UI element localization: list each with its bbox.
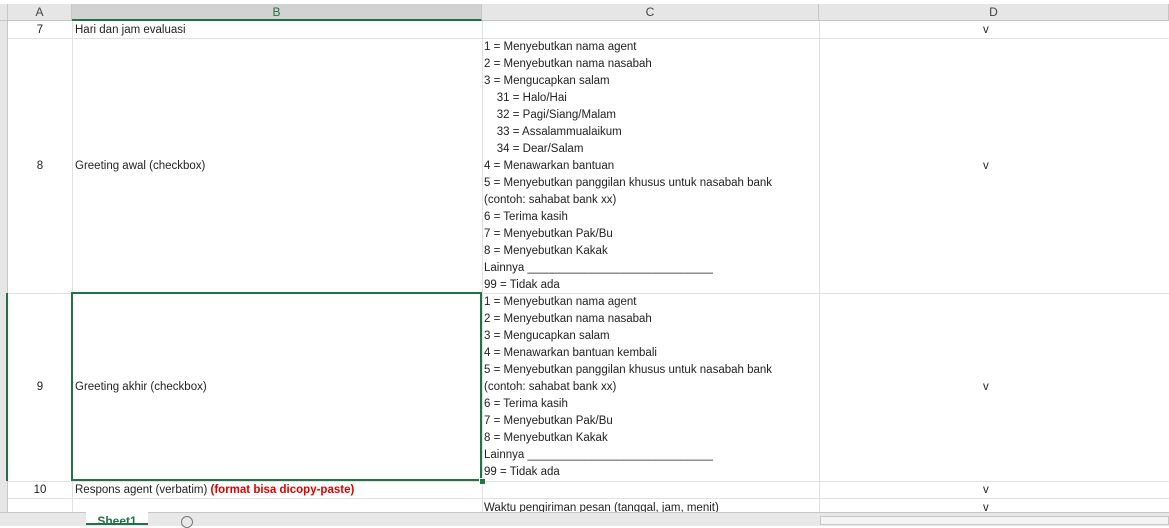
col-header-a[interactable]: A bbox=[8, 4, 72, 21]
cell-text-line: 2 = Menyebutkan nama nasabah bbox=[484, 313, 652, 325]
row-number[interactable]: 8 bbox=[8, 160, 72, 172]
add-sheet-icon[interactable] bbox=[181, 516, 193, 528]
cell-c11[interactable]: Waktu pengiriman pesan (tanggal, jam, me… bbox=[484, 502, 719, 512]
col-header-d[interactable]: D bbox=[819, 4, 1169, 21]
cell-text-line: 99 = Tidak ada bbox=[484, 466, 560, 478]
cell-text-line: 1 = Menyebutkan nama agent bbox=[484, 296, 637, 308]
cell-text-line: 32 = Pagi/Siang/Malam bbox=[484, 109, 617, 121]
col-header-b[interactable]: B bbox=[72, 4, 482, 21]
cell-text-line: 99 = Tidak ada bbox=[484, 279, 560, 291]
cell-note: (format bisa dicopy-paste) bbox=[210, 484, 355, 496]
cell-text-line: 31 = Halo/Hai bbox=[484, 92, 567, 104]
grid-line bbox=[819, 21, 820, 512]
cell-text-line: Lainnya _____________________________ bbox=[484, 449, 713, 461]
horizontal-scrollbar[interactable] bbox=[820, 516, 1169, 525]
cell-text-line: 6 = Terima kasih bbox=[484, 398, 568, 410]
cell-b7[interactable]: Hari dan jam evaluasi bbox=[75, 24, 186, 36]
cell-d11[interactable]: v bbox=[983, 502, 989, 512]
cell-text-line: 7 = Menyebutkan Pak/Bu bbox=[484, 415, 613, 427]
cell-text-line: Lainnya _____________________________ bbox=[484, 262, 713, 274]
cell-d10[interactable]: v bbox=[983, 484, 989, 496]
active-cell-selection[interactable] bbox=[71, 292, 482, 481]
cell-label: Respons agent (verbatim) bbox=[75, 484, 208, 496]
cell-text-line: 5 = Menyebutkan panggilan khusus untuk n… bbox=[484, 364, 773, 376]
sheet-tab-sheet1[interactable]: Sheet1 bbox=[86, 512, 148, 525]
table-row: Waktu pengiriman pesan (tanggal, jam, me… bbox=[0, 498, 1169, 512]
cell-text-line: (contoh: sahabat bank xx) bbox=[484, 194, 617, 206]
corner-select-all[interactable] bbox=[0, 4, 8, 21]
cell-text-line: 5 = Menyebutkan panggilan khusus untuk n… bbox=[484, 177, 773, 189]
cell-text-line: 4 = Menawarkan bantuan kembali bbox=[484, 347, 657, 359]
col-header-c[interactable]: C bbox=[482, 4, 819, 21]
row-number[interactable]: 7 bbox=[8, 24, 72, 36]
cell-text-line: 4 = Menawarkan bantuan bbox=[484, 160, 615, 172]
cell-d8[interactable]: v bbox=[983, 160, 989, 172]
cell-b8[interactable]: Greeting awal (checkbox) bbox=[75, 160, 205, 172]
cell-text-line: 3 = Mengucapkan salam bbox=[484, 75, 610, 87]
cell-text-line: 8 = Menyebutkan Kakak bbox=[484, 432, 608, 444]
cell-text-line: 33 = Assalammualaikum bbox=[484, 126, 622, 138]
grid-line bbox=[8, 481, 1169, 482]
cell-text-line: 2 = Menyebutkan nama nasabah bbox=[484, 58, 652, 70]
cell-b10[interactable]: Respons agent (verbatim) (format bisa di… bbox=[75, 484, 354, 496]
cell-d9[interactable]: v bbox=[983, 381, 989, 393]
row-number[interactable]: 9 bbox=[8, 381, 72, 393]
cell-text-line: 3 = Mengucapkan salam bbox=[484, 330, 610, 342]
fill-handle[interactable] bbox=[479, 478, 486, 485]
cell-d7[interactable]: v bbox=[983, 24, 989, 36]
cell-text-line: 34 = Dear/Salam bbox=[484, 143, 584, 155]
cell-text-line: (contoh: sahabat bank xx) bbox=[484, 381, 617, 393]
row-number[interactable]: 10 bbox=[8, 484, 72, 496]
cell-text-line: 6 = Terima kasih bbox=[484, 211, 568, 223]
cell-text-line: 8 = Menyebutkan Kakak bbox=[484, 245, 608, 257]
cell-text-line: 1 = Menyebutkan nama agent bbox=[484, 41, 637, 53]
grid-line bbox=[482, 21, 483, 512]
cell-text-line: 7 = Menyebutkan Pak/Bu bbox=[484, 228, 613, 240]
